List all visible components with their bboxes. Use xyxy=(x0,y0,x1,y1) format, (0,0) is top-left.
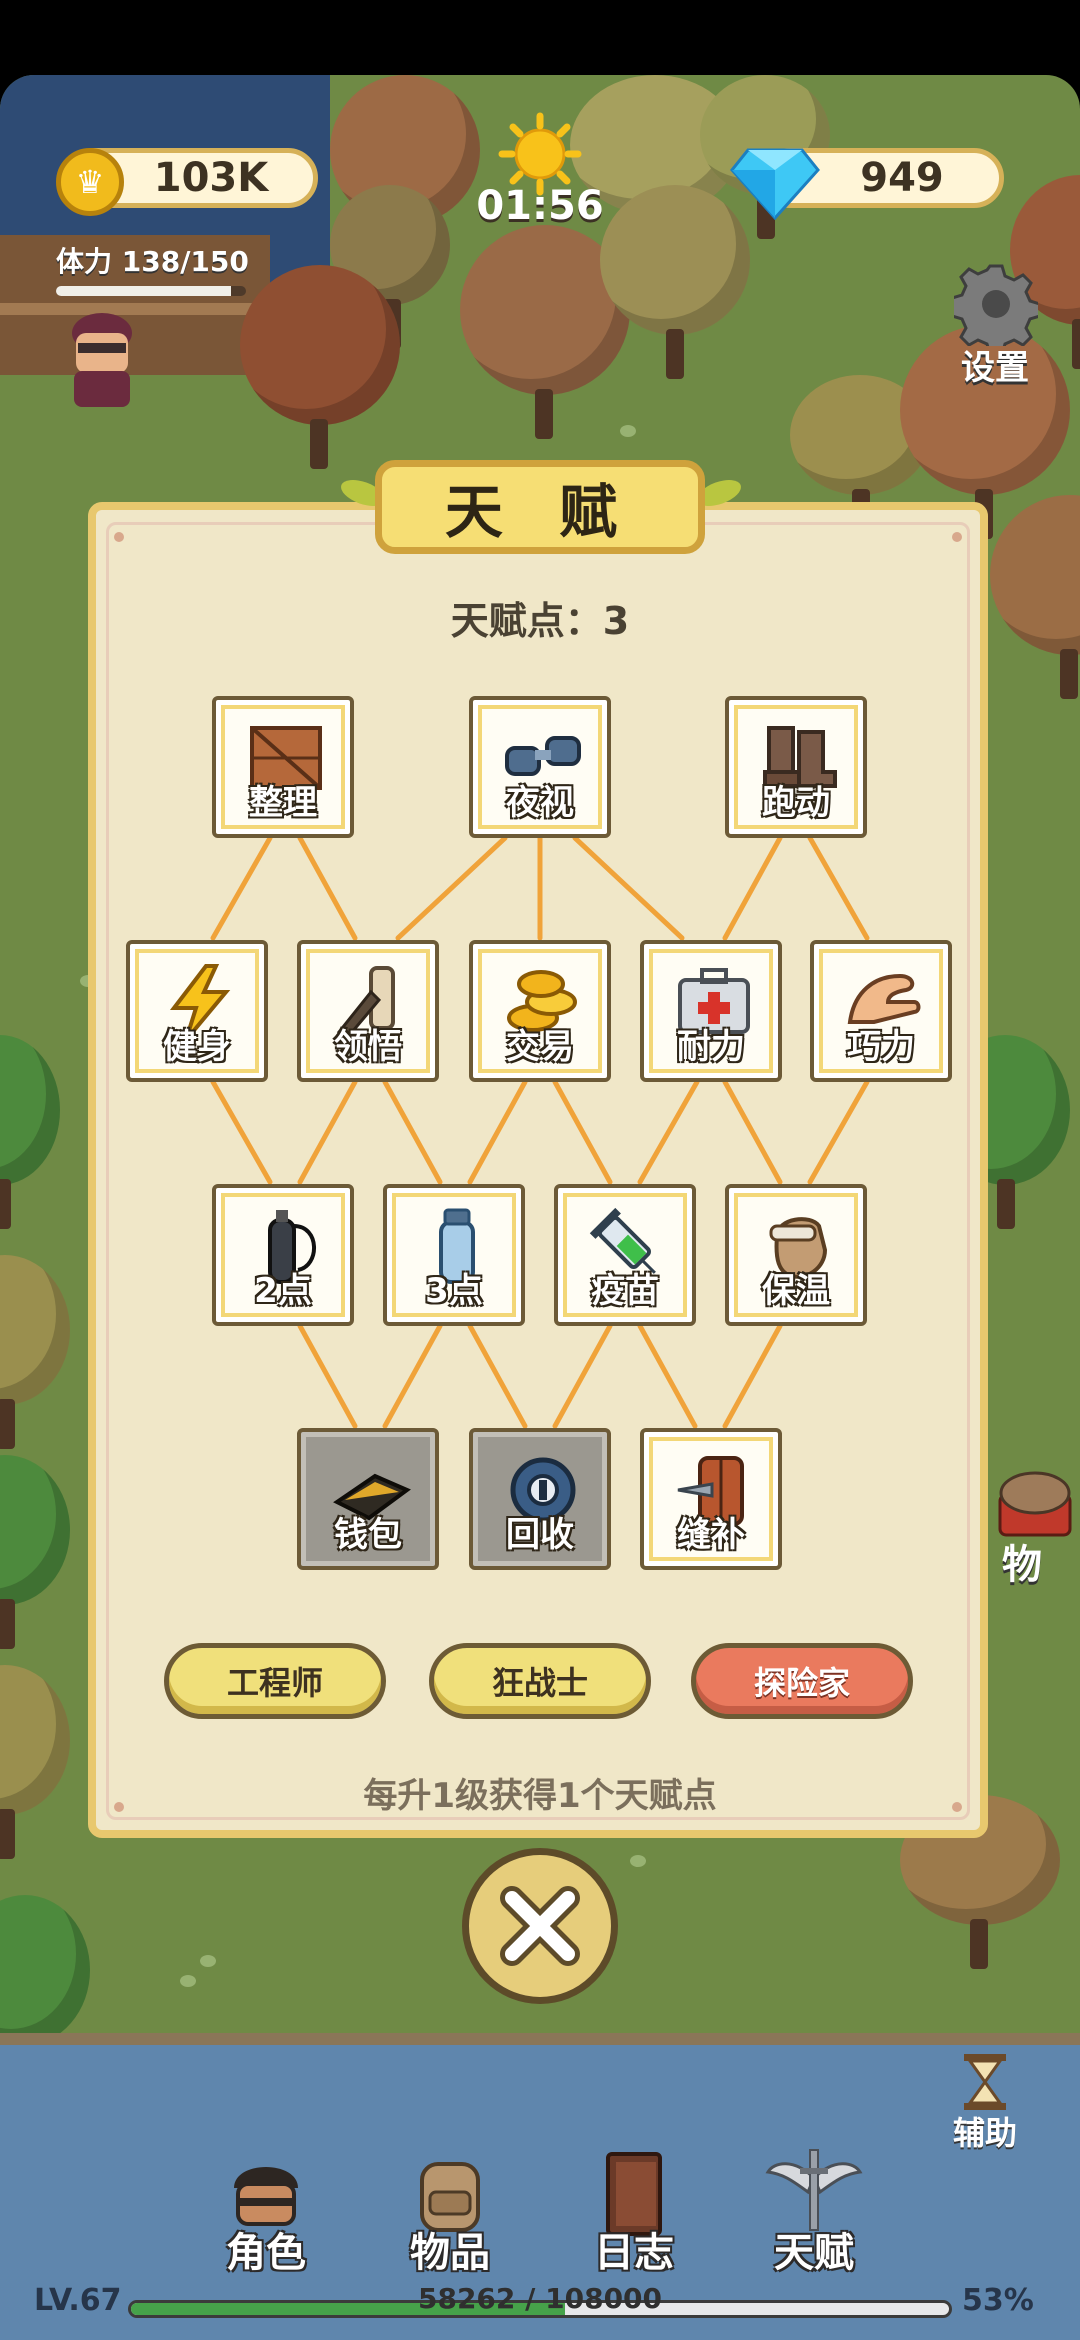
tree xyxy=(990,495,1080,699)
class-button-engineer[interactable]: 工程师 xyxy=(164,1643,386,1719)
talent-node-3dian[interactable]: 3点 xyxy=(383,1184,525,1326)
tab-talent[interactable]: 天赋 xyxy=(744,2148,884,2278)
gem-amount: 949 xyxy=(860,155,944,201)
talent-label: 夜视 xyxy=(506,783,574,823)
class-button-explorer[interactable]: 探险家 xyxy=(691,1643,913,1719)
stamina-bar xyxy=(56,286,246,296)
tree xyxy=(240,265,400,469)
talent-node-yeshi[interactable]: 夜视 xyxy=(469,696,611,838)
talent-label: 钱包 xyxy=(334,1515,402,1555)
talent-node-jianshen[interactable]: 健身 xyxy=(126,940,268,1082)
talent-node-naili[interactable]: 耐力 xyxy=(640,940,782,1082)
tab-items[interactable]: 物品 xyxy=(380,2148,520,2278)
settings-button[interactable]: 设置 xyxy=(940,262,1050,388)
tab-label: 物品 xyxy=(410,2230,490,2276)
player-character[interactable] xyxy=(60,305,144,415)
talent-label: 2点 xyxy=(254,1271,312,1311)
hourglass-icon xyxy=(964,2054,1006,2110)
panel-title: 天 赋 xyxy=(375,460,705,554)
close-icon xyxy=(500,1886,580,1966)
settings-label: 设置 xyxy=(961,348,1029,388)
talent-label: 整理 xyxy=(249,783,317,823)
player-level: LV.67 xyxy=(34,2283,122,2318)
talent-node-paodong[interactable]: 跑动 xyxy=(725,696,867,838)
crown-coin-icon: ♛ xyxy=(56,148,124,216)
tab-label: 日志 xyxy=(594,2230,674,2276)
talent-label: 疫苗 xyxy=(591,1271,659,1311)
assist-label: 辅助 xyxy=(952,2114,1017,2152)
talent-label: 缝补 xyxy=(677,1515,745,1555)
talent-label: 健身 xyxy=(163,1027,231,1067)
talent-label: 保温 xyxy=(762,1271,830,1311)
talent-node-yimiao[interactable]: 疫苗 xyxy=(554,1184,696,1326)
stamina-label: 体力 138/150 xyxy=(56,245,249,278)
stamina-fill xyxy=(56,286,231,296)
talent-node-zhengli[interactable]: 整理 xyxy=(212,696,354,838)
talent-label: 耐力 xyxy=(677,1027,745,1067)
tree xyxy=(0,1895,90,2089)
talent-label: 巧力 xyxy=(847,1027,915,1067)
tree xyxy=(0,1665,70,1859)
talent-label: 3点 xyxy=(425,1271,483,1311)
talent-node-fengbu[interactable]: 缝补 xyxy=(640,1428,782,1570)
tree xyxy=(0,1455,70,1649)
talent-node-2dian[interactable]: 2点 xyxy=(212,1184,354,1326)
tree xyxy=(0,1035,60,1229)
day-timer: 01:56 xyxy=(476,183,604,229)
diamond-icon xyxy=(730,146,820,221)
tab-label: 天赋 xyxy=(774,2230,854,2276)
talent-label: 交易 xyxy=(506,1027,574,1067)
assist-button[interactable]: 辅助 xyxy=(940,2052,1030,2152)
talent-node-huishou[interactable]: 回收 xyxy=(469,1428,611,1570)
xp-percent: 53% xyxy=(962,2283,1034,2318)
talent-node-jiaoyi[interactable]: 交易 xyxy=(469,940,611,1082)
talent-label: 回收 xyxy=(506,1515,574,1555)
talent-node-qiaoli[interactable]: 巧力 xyxy=(810,940,952,1082)
talent-node-qianbao[interactable]: 钱包 xyxy=(297,1428,439,1570)
tab-character[interactable]: 角色 xyxy=(196,2148,336,2278)
talent-label: 领悟 xyxy=(334,1027,402,1067)
class-button-berserker[interactable]: 狂战士 xyxy=(429,1643,651,1719)
items-side-label: 物 xyxy=(1002,1542,1042,1588)
talent-points: 天赋点：3 xyxy=(450,599,630,643)
gear-icon xyxy=(950,262,1042,356)
coin-amount: 103K xyxy=(153,155,269,201)
xp-progress-text: 58262 / 108000 xyxy=(417,2282,663,2315)
tab-label: 角色 xyxy=(226,2230,306,2276)
tree xyxy=(600,185,750,379)
talent-hint: 每升1级获得1个天赋点 xyxy=(363,1776,717,1816)
tree xyxy=(0,1255,70,1449)
close-button[interactable] xyxy=(462,1848,618,2004)
talent-label: 跑动 xyxy=(762,783,830,823)
tab-journal[interactable]: 日志 xyxy=(564,2148,704,2278)
talent-node-lingwu[interactable]: 领悟 xyxy=(297,940,439,1082)
talent-node-baowen[interactable]: 保温 xyxy=(725,1184,867,1326)
